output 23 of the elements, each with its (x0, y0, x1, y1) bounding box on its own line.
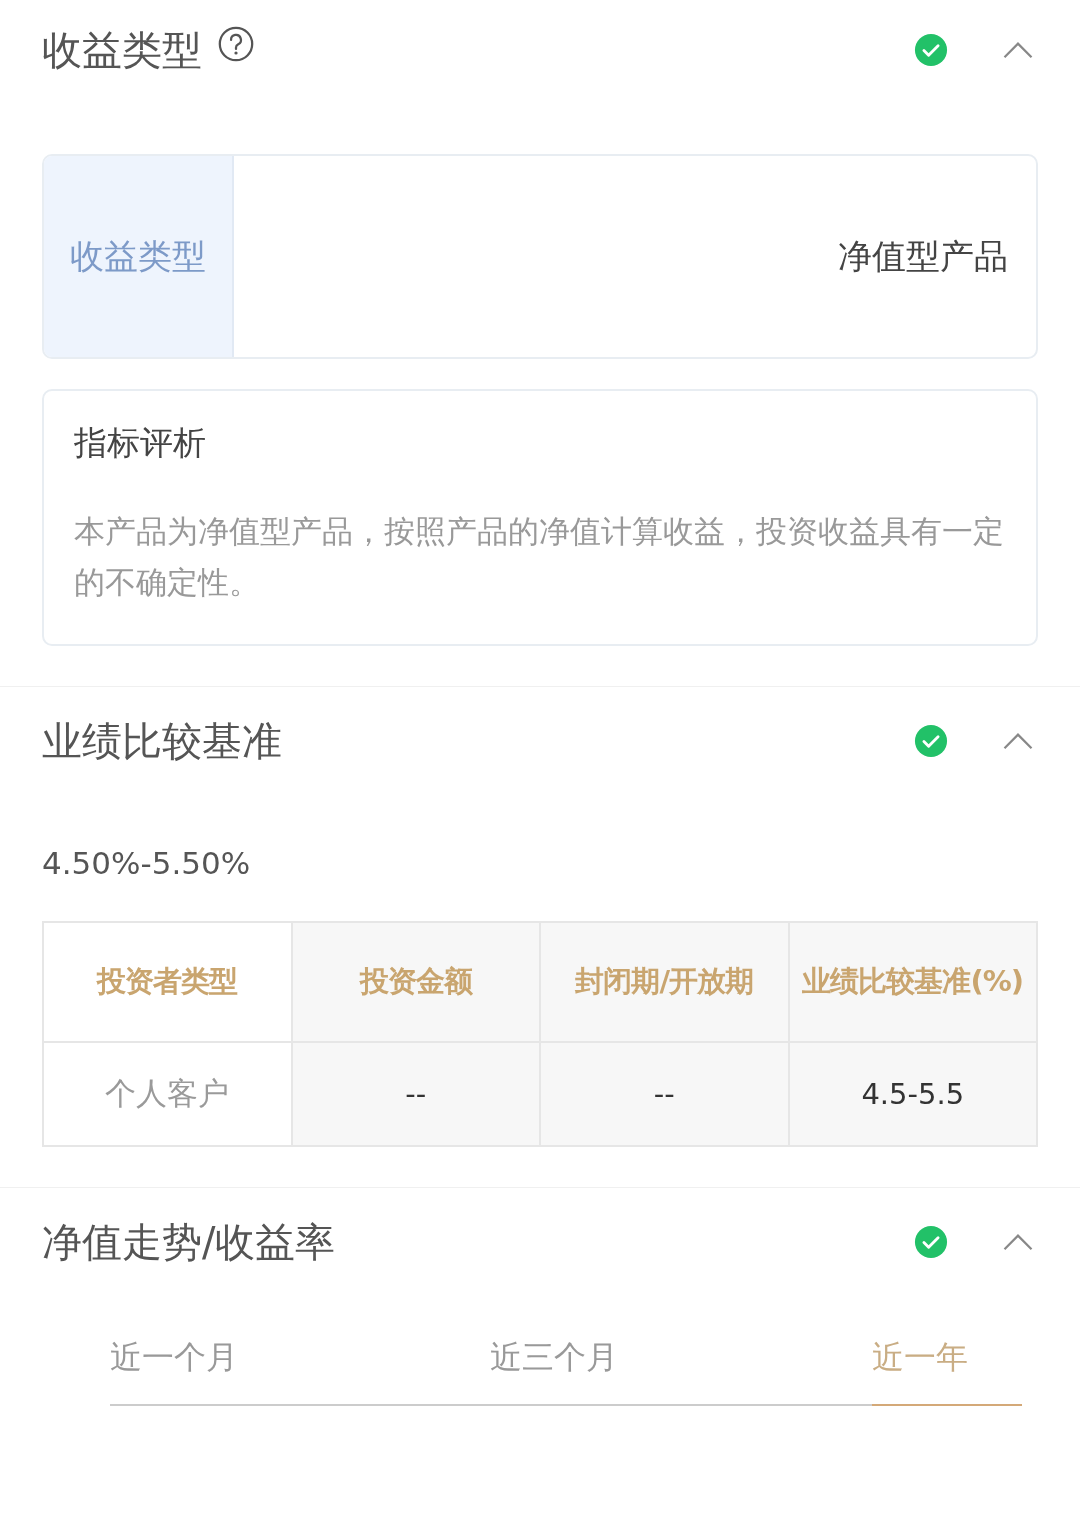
column-header: 封闭期/开放期 (540, 922, 789, 1042)
section-title: 净值走势/收益率 (42, 1217, 336, 1267)
field-value: 净值型产品 (838, 234, 1009, 278)
table-cell: -- (540, 1042, 789, 1146)
table-cell: 4.5-5.5 (788, 1042, 1037, 1146)
table-cell: -- (291, 1042, 540, 1146)
field-label: 收益类型 (70, 234, 206, 278)
analysis-text: 本产品为净值型产品，按照产品的净值计算收益，投资收益具有一定的不确定性。 (74, 512, 1005, 602)
column-header: 投资金额 (291, 922, 540, 1042)
help-icon[interactable] (218, 26, 254, 62)
section-title: 收益类型 (42, 25, 202, 75)
period-tab[interactable]: 近一个月 (110, 1336, 490, 1406)
benchmark-value: 4.50%-5.50% (42, 845, 251, 881)
section-title: 业绩比较基准 (42, 716, 282, 766)
period-tab[interactable]: 近三个月 (490, 1336, 872, 1406)
column-header: 投资者类型 (43, 922, 292, 1042)
analysis-title: 指标评析 (74, 422, 207, 464)
caret-icon[interactable] (1002, 41, 1034, 59)
period-tab[interactable]: 近一年 (872, 1336, 1022, 1406)
caret-icon[interactable] (1002, 732, 1034, 750)
caret-icon[interactable] (1002, 1233, 1034, 1251)
column-header: 业绩比较基准(%) (788, 922, 1037, 1042)
table-cell: 个人客户 (43, 1042, 292, 1146)
